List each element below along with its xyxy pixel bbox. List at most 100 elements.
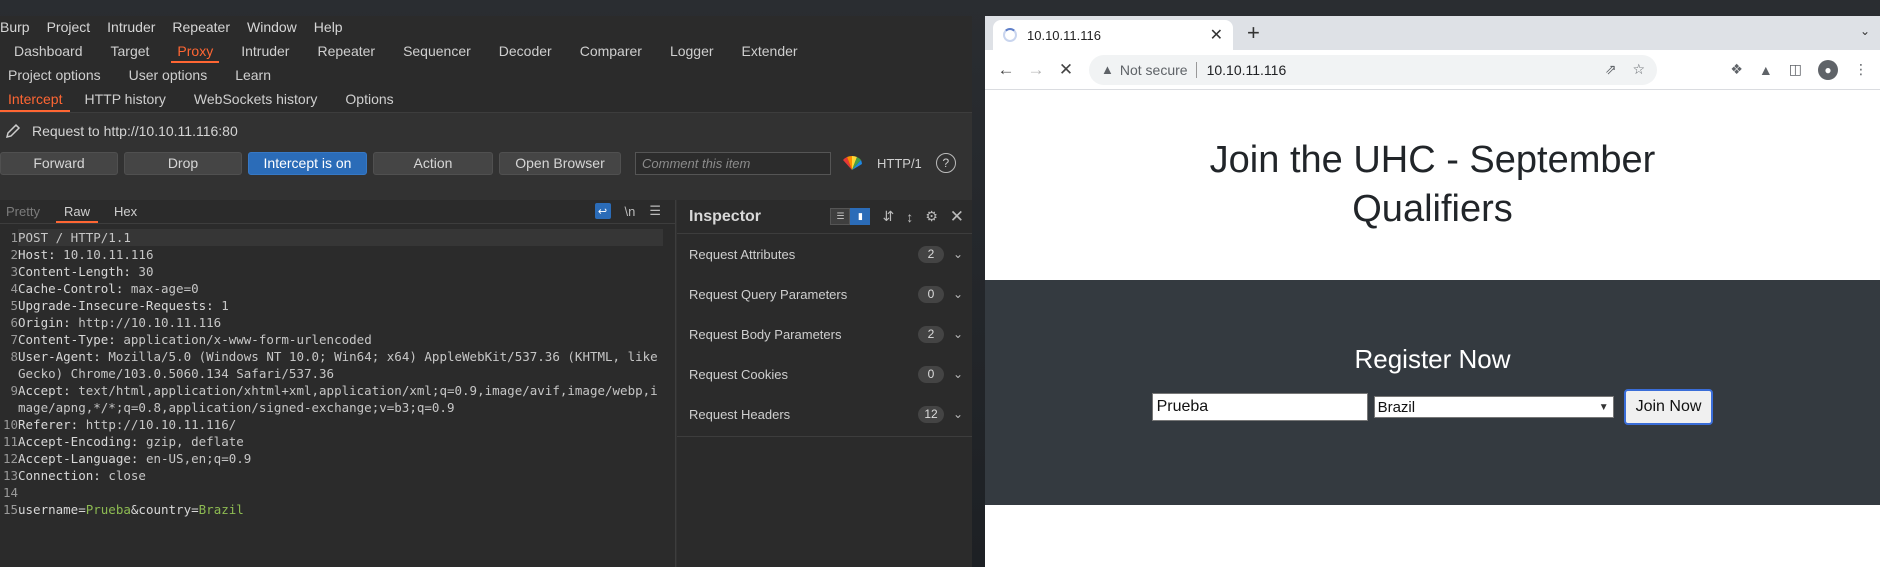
editor-icons: ↩ \n ☰ — [594, 203, 661, 219]
subtab-http-history[interactable]: HTTP history — [70, 91, 179, 112]
editor-tab-raw[interactable]: Raw — [52, 204, 102, 223]
editor-tab-hex[interactable]: Hex — [102, 204, 149, 223]
raw-request-editor: Pretty Raw Hex ↩ \n ☰ 1 POST / HTTP/1.1 2… — [0, 200, 676, 567]
page-heading: Join the UHC - September Qualifiers — [1209, 139, 1656, 230]
stop-loading-icon[interactable]: ✕ — [1051, 60, 1081, 80]
header-line: 13 Connection: close — [2, 468, 146, 483]
username-input[interactable]: Prueba — [1151, 393, 1368, 421]
subtab-websockets-history[interactable]: WebSockets history — [180, 91, 331, 112]
inspector-row-headers[interactable]: Request Headers 12 ⌄ — [677, 394, 972, 434]
layout-toggle[interactable]: ☰ ▮ — [830, 208, 871, 225]
subtab-options[interactable]: Options — [331, 91, 407, 112]
menu-intruder[interactable]: Intruder — [107, 19, 163, 35]
share-icon[interactable]: ⇗ — [1605, 61, 1617, 78]
inspector-row-query-parameters[interactable]: Request Query Parameters 0 ⌄ — [677, 274, 972, 314]
menu-window[interactable]: Window — [247, 19, 305, 35]
word-wrap-icon[interactable]: ↩ — [594, 203, 611, 219]
not-secure-label[interactable]: Not secure — [1120, 62, 1188, 78]
warning-triangle-icon[interactable]: ▲ — [1101, 62, 1114, 77]
url-text[interactable]: 10.10.11.116 — [1207, 62, 1287, 78]
browser-tabstrip: 10.10.11.116 ✕ + ⌄ — [985, 16, 1880, 50]
help-icon[interactable]: ? — [935, 153, 956, 173]
collapse-all-icon[interactable]: ↕ — [906, 209, 913, 225]
tab-comparer[interactable]: Comparer — [566, 43, 656, 63]
chevron-down-icon[interactable]: ⌄ — [944, 327, 972, 341]
settings-gear-icon[interactable]: ⚙ — [925, 208, 938, 225]
inspector-row-cookies[interactable]: Request Cookies 0 ⌄ — [677, 354, 972, 394]
tab-extender[interactable]: Extender — [728, 43, 812, 63]
http-version-label[interactable]: HTTP/1 — [877, 156, 922, 171]
forward-arrow-icon[interactable]: → — [1021, 60, 1051, 80]
browser-tab-title: 10.10.11.116 — [1027, 27, 1101, 43]
chevron-down-icon[interactable]: ▼ — [1599, 402, 1613, 413]
back-arrow-icon[interactable]: ← — [991, 60, 1021, 80]
highlight-color-icon[interactable] — [841, 154, 863, 172]
tab-user-options[interactable]: User options — [121, 67, 216, 83]
tab-decoder[interactable]: Decoder — [485, 43, 566, 63]
expand-all-icon[interactable]: ⇵ — [882, 208, 894, 225]
bookmark-star-icon[interactable]: ☆ — [1632, 61, 1645, 78]
tab-proxy[interactable]: Proxy — [163, 43, 227, 63]
side-panel-icon[interactable]: ◫ — [1789, 61, 1802, 78]
blank-line: 14 — [2, 485, 18, 500]
register-heading: Register Now — [1354, 344, 1511, 374]
register-section: Register Now Prueba Brazil ▼ Join Now — [985, 280, 1880, 505]
tab-logger[interactable]: Logger — [656, 43, 728, 63]
header-line: 12 Accept-Language: en-US,en;q=0.9 — [2, 451, 252, 466]
burp-suite-window: Burp Project Intruder Repeater Window He… — [0, 16, 972, 567]
tab-dashboard[interactable]: Dashboard — [0, 43, 97, 63]
tab-target[interactable]: Target — [97, 43, 164, 63]
editor-tab-pretty[interactable]: Pretty — [0, 204, 52, 223]
count-badge: 2 — [918, 325, 944, 343]
new-tab-icon[interactable]: + — [1247, 20, 1260, 46]
close-icon[interactable]: ✕ — [950, 207, 964, 227]
kebab-menu-icon[interactable]: ⋮ — [1854, 61, 1868, 78]
loading-spinner-icon — [1003, 28, 1017, 42]
chevron-down-icon[interactable]: ⌄ — [944, 407, 972, 421]
body-line: 15 username=Prueba&country=Brazil — [2, 502, 244, 517]
inspector-row-body-parameters[interactable]: Request Body Parameters 2 ⌄ — [677, 314, 972, 354]
list-layout-icon[interactable]: ☰ — [830, 208, 851, 225]
menu-repeater[interactable]: Repeater — [172, 19, 238, 35]
menu-project[interactable]: Project — [47, 19, 99, 35]
menu-burp[interactable]: Burp — [0, 19, 38, 35]
chevron-down-icon[interactable]: ⌄ — [944, 247, 972, 261]
country-select[interactable]: Brazil ▼ — [1373, 396, 1614, 418]
editor-tabs: Pretty Raw Hex ↩ \n ☰ — [0, 200, 675, 224]
count-badge: 2 — [918, 245, 944, 263]
request-code[interactable]: 1 POST / HTTP/1.1 2 Host: 10.10.11.116 3 Co… — [0, 224, 675, 518]
action-button[interactable]: Action — [373, 151, 493, 175]
split-layout-icon[interactable]: ▮ — [850, 208, 871, 225]
inspector-row-request-attributes[interactable]: Request Attributes 2 ⌄ — [677, 234, 972, 274]
extensions-puzzle-icon[interactable]: ❖ — [1730, 61, 1743, 78]
address-bar[interactable]: ▲ Not secure 10.10.11.116 ⇗ ☆ — [1089, 54, 1657, 85]
tab-learn[interactable]: Learn — [227, 67, 279, 83]
tab-search-chevron-icon[interactable]: ⌄ — [1860, 24, 1870, 38]
request-target-label: Request to http://10.10.11.116:80 — [32, 123, 238, 139]
tab-sequencer[interactable]: Sequencer — [389, 43, 485, 63]
drop-button[interactable]: Drop — [124, 151, 242, 175]
menu-help[interactable]: Help — [314, 19, 351, 35]
browser-tab[interactable]: 10.10.11.116 ✕ — [993, 20, 1233, 50]
newline-toggle[interactable]: \n — [625, 204, 636, 219]
comment-input[interactable]: Comment this item — [635, 151, 831, 175]
intercept-toggle-button[interactable]: Intercept is on — [248, 151, 367, 175]
subtab-intercept[interactable]: Intercept — [0, 91, 71, 112]
extension-icons: ❖ ▲ ◫ ● ⋮ — [1730, 59, 1880, 80]
pencil-icon[interactable] — [4, 122, 22, 140]
tab-intruder[interactable]: Intruder — [227, 43, 303, 63]
close-tab-icon[interactable]: ✕ — [1210, 25, 1223, 45]
open-browser-button[interactable]: Open Browser — [499, 151, 621, 175]
tab-repeater[interactable]: Repeater — [303, 43, 389, 63]
inspector-icons: ☰ ▮ ⇵ ↕ ⚙ ✕ — [830, 207, 972, 227]
join-now-button[interactable]: Join Now — [1623, 389, 1714, 425]
tab-project-options[interactable]: Project options — [0, 67, 109, 83]
chevron-down-icon[interactable]: ⌄ — [944, 287, 972, 301]
flask-extension-icon[interactable]: ▲ — [1759, 62, 1773, 78]
profile-avatar-icon[interactable]: ● — [1818, 59, 1838, 80]
forward-button[interactable]: Forward — [0, 151, 118, 175]
count-badge: 0 — [918, 285, 944, 303]
header-line: 7 Content-Type: application/x-www-form-ur… — [10, 332, 372, 347]
chevron-down-icon[interactable]: ⌄ — [944, 367, 972, 381]
menu-lines-icon[interactable]: ☰ — [649, 203, 661, 219]
